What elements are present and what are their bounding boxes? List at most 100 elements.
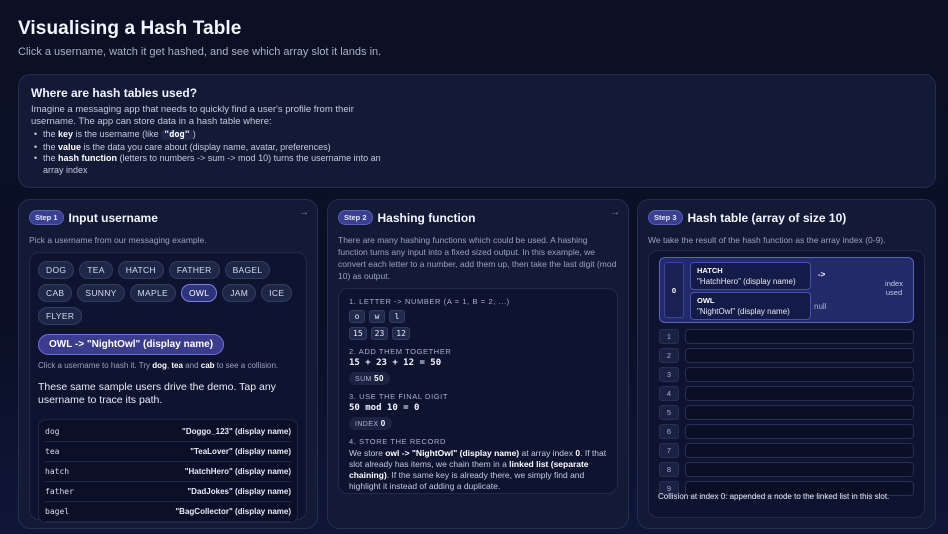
users-table[interactable]: dog "Doggo_123" (display name) tea "TeaLove… bbox=[38, 418, 298, 523]
number-box: 12 bbox=[392, 327, 410, 340]
table-row[interactable]: tea "TeaLover" (display name) bbox=[45, 442, 291, 462]
user-value: "Doggo_123" (display name) bbox=[182, 426, 291, 436]
slot-index: 2 bbox=[659, 348, 679, 363]
null-terminator: null bbox=[814, 302, 827, 311]
slot-2[interactable]: 2 bbox=[659, 348, 914, 363]
username-chip-sunny[interactable]: SUNNY bbox=[77, 284, 125, 302]
step1-desc: Pick a username from our messaging examp… bbox=[29, 235, 207, 245]
table-row[interactable]: dog "Doggo_123" (display name) bbox=[45, 422, 291, 442]
step2-badge: Step 2 bbox=[338, 210, 373, 225]
table-row[interactable]: father "DadJokes" (display name) bbox=[45, 482, 291, 502]
slot-5[interactable]: 5 bbox=[659, 405, 914, 420]
page-title: Visualising a Hash Table bbox=[18, 18, 242, 39]
username-chip-maple[interactable]: MAPLE bbox=[129, 284, 176, 302]
user-key: hatch bbox=[45, 466, 70, 476]
user-value: "HatchHero" (display name) bbox=[184, 466, 291, 476]
step3-title: Hash table (array of size 10) bbox=[687, 210, 847, 225]
step1-title: Input username bbox=[68, 210, 158, 225]
step1-card: Step 1 Input username → Pick a username … bbox=[18, 199, 318, 529]
step2-desc: There are many hashing functions which c… bbox=[338, 235, 617, 281]
slot-empty-box bbox=[685, 329, 914, 344]
step2-card: Step 2 Hashing function → There are many… bbox=[327, 199, 629, 529]
letters-row: owl bbox=[349, 310, 607, 323]
page-subtitle: Click a username, watch it get hashed, a… bbox=[18, 46, 382, 58]
user-key: father bbox=[45, 486, 74, 496]
list-node-hatch[interactable]: HATCH "HatchHero" (display name) bbox=[690, 262, 811, 290]
selected-result: OWL -> "NightOwl" (display name) bbox=[38, 334, 225, 355]
sample-note: These same sample users drive the demo. … bbox=[38, 380, 276, 406]
step1-header: Step 1 Input username bbox=[29, 210, 307, 225]
store-description: We store owl -> "NightOwl" (display name… bbox=[349, 448, 607, 491]
page-header: Visualising a Hash Table Click a usernam… bbox=[18, 18, 381, 58]
username-chip-flyer[interactable]: FLYER bbox=[38, 307, 83, 325]
username-panel: DOG TEA HATCH FATHER BAGEL CAB SUNNY MAPLE OWL JA… bbox=[29, 252, 307, 523]
numbers-row: 15 23 12 bbox=[349, 327, 607, 340]
step2-header: Step 2 Hashing function bbox=[338, 210, 618, 225]
username-chip-cab[interactable]: CAB bbox=[38, 284, 73, 302]
username-chip-bagel[interactable]: BAGEL bbox=[224, 261, 271, 279]
slot-1[interactable]: 1 bbox=[659, 329, 914, 344]
arrow-right-icon: → bbox=[610, 207, 620, 218]
bullet-hash: the hash function (letters to numbers ->… bbox=[31, 153, 391, 176]
user-value: "TeaLover" (display name) bbox=[190, 446, 291, 456]
index-tag: INDEX 0 bbox=[349, 417, 392, 430]
step3-header: Step 3 Hash table (array of size 10) bbox=[648, 210, 925, 225]
slot-7[interactable]: 7 bbox=[659, 443, 914, 458]
table-row[interactable]: bagel "BagCollector" (display name) bbox=[45, 502, 291, 522]
hash-steps-panel: 1. LETTER -> NUMBER (A = 1, B = 2, ...) … bbox=[338, 288, 618, 494]
slot-empty-box bbox=[685, 348, 914, 363]
user-value: "BagCollector" (display name) bbox=[175, 506, 291, 516]
slot-index: 5 bbox=[659, 405, 679, 420]
slot-empty-box bbox=[685, 462, 914, 477]
username-chips: DOG TEA HATCH FATHER BAGEL CAB SUNNY MAPLE OWL JA… bbox=[38, 261, 300, 325]
username-chip-tea[interactable]: TEA bbox=[79, 261, 113, 279]
slot-index: 8 bbox=[659, 462, 679, 477]
username-chip-jam[interactable]: JAM bbox=[222, 284, 257, 302]
user-key: bagel bbox=[45, 506, 70, 516]
user-value: "DadJokes" (display name) bbox=[187, 486, 291, 496]
slot-empty-box bbox=[685, 443, 914, 458]
username-chip-dog[interactable]: DOG bbox=[38, 261, 75, 279]
code-chip: "dog" bbox=[161, 130, 193, 140]
slot-index: 4 bbox=[659, 386, 679, 401]
slot-index: 7 bbox=[659, 443, 679, 458]
slot-0[interactable]: 0 HATCH "HatchHero" (display name) -> OW… bbox=[659, 257, 914, 323]
username-chip-owl[interactable]: OWL bbox=[180, 284, 218, 302]
slot-8[interactable]: 8 bbox=[659, 462, 914, 477]
bullet-key: the key is the username (like "dog") bbox=[31, 129, 391, 142]
number-box: 23 bbox=[370, 327, 389, 340]
slot-index: 6 bbox=[659, 424, 679, 439]
step3-desc: We take the result of the hash function … bbox=[648, 235, 886, 245]
slot-index: 3 bbox=[659, 367, 679, 382]
sum-tag: SUM 50 bbox=[349, 372, 390, 385]
linked-list: HATCH "HatchHero" (display name) -> OWL … bbox=[690, 262, 909, 320]
slot-index: 0 bbox=[664, 262, 684, 318]
info-panel: Where are hash tables used? Imagine a me… bbox=[18, 74, 936, 188]
number-box: 15 bbox=[349, 327, 367, 340]
slot-3[interactable]: 3 bbox=[659, 367, 914, 382]
empty-slots: 123456789 bbox=[659, 329, 914, 496]
step3-card: Step 3 Hash table (array of size 10) We … bbox=[637, 199, 936, 529]
user-key: dog bbox=[45, 426, 60, 436]
slot-empty-box bbox=[685, 424, 914, 439]
slot-6[interactable]: 6 bbox=[659, 424, 914, 439]
bullet-value: the value is the data you care about (di… bbox=[31, 142, 391, 154]
info-intro: Imagine a messaging app that needs to qu… bbox=[31, 104, 354, 127]
username-chip-hatch[interactable]: HATCH bbox=[117, 261, 164, 279]
next-arrow: -> bbox=[818, 270, 826, 279]
step3-badge: Step 3 bbox=[648, 210, 683, 225]
info-bullets: the key is the username (like "dog") the… bbox=[31, 129, 923, 176]
list-node-owl[interactable]: OWL "NightOwl" (display name) bbox=[690, 292, 811, 320]
letter-box: l bbox=[389, 310, 405, 323]
step-letter-number: 1. LETTER -> NUMBER (A = 1, B = 2, ...) bbox=[349, 297, 510, 306]
username-chip-father[interactable]: FATHER bbox=[168, 261, 220, 279]
slot-empty-box bbox=[685, 386, 914, 401]
step-store: 4. STORE THE RECORD bbox=[349, 437, 446, 446]
slot-4[interactable]: 4 bbox=[659, 386, 914, 401]
step-add: 2. ADD THEM TOGETHER bbox=[349, 347, 452, 356]
collision-message: Collision at index 0: appended a node to… bbox=[658, 492, 890, 501]
slot-index: 1 bbox=[659, 329, 679, 344]
username-chip-ice[interactable]: ICE bbox=[261, 284, 293, 302]
step2-title: Hashing function bbox=[377, 210, 476, 225]
table-row[interactable]: hatch "HatchHero" (display name) bbox=[45, 462, 291, 482]
